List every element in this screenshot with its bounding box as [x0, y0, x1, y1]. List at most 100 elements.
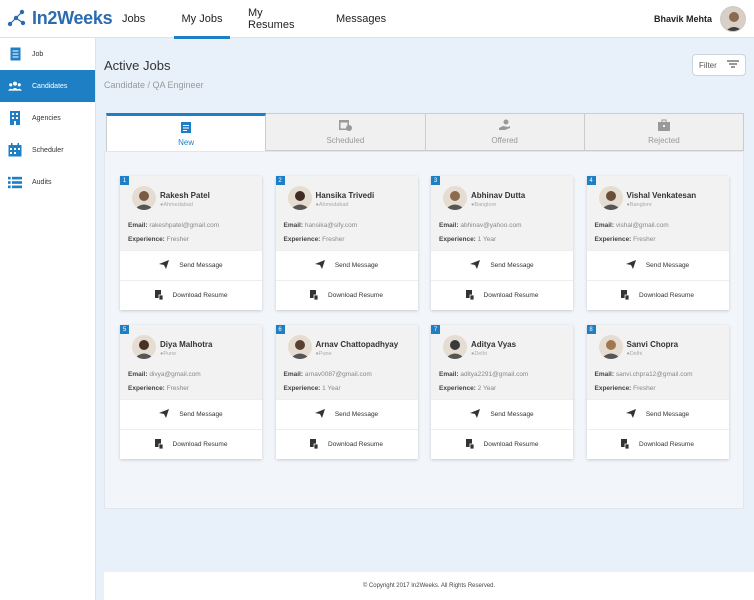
main-nav: Jobs My Jobs My Resumes Messages: [104, 0, 386, 39]
candidate-location: ●Ahmedabad: [160, 202, 193, 208]
candidate-location: ●Delhi: [626, 351, 643, 357]
filter-icon: [727, 60, 739, 70]
candidate-photo: [598, 186, 623, 210]
sidebar-item-candidates[interactable]: Candidates: [0, 70, 95, 102]
send-message-button[interactable]: Send Message: [275, 250, 418, 280]
tab-rejected[interactable]: Rejected: [584, 113, 744, 151]
page-title: Active Jobs: [104, 58, 171, 73]
sidebar-item-job[interactable]: Job: [0, 38, 95, 70]
candidate-experience: Experience: Fresher: [594, 236, 656, 243]
send-message-button[interactable]: Send Message: [431, 399, 573, 429]
download-resume-label: Download Resume: [172, 292, 228, 299]
tab-new[interactable]: New: [106, 113, 267, 151]
candidate-email: Email: vishal@gmail.com: [594, 222, 669, 229]
paper-plane-icon: [159, 409, 170, 420]
candidate-location: ●Pune: [315, 351, 332, 357]
download-resume-label: Download Resume: [328, 292, 383, 299]
paper-plane-icon: [314, 409, 325, 420]
send-message-button[interactable]: Send Message: [431, 250, 573, 280]
tab-label: New: [178, 137, 195, 147]
filter-button[interactable]: Filter: [692, 54, 746, 76]
send-message-label: Send Message: [645, 411, 690, 418]
candidate-location: ●Banglore: [626, 202, 652, 208]
candidate-card: 6 Arnav Chattopadhyay ●Pune Email: arnav008…: [275, 325, 418, 459]
people-icon: [8, 79, 22, 93]
candidate-name: Rakesh Patel: [160, 191, 210, 200]
file-download-icon: [465, 438, 474, 451]
list-icon: [8, 175, 22, 189]
card-number: 7: [431, 325, 440, 334]
sidebar-item-label: Audits: [32, 178, 52, 186]
candidate-name: Diya Malhotra: [160, 340, 213, 349]
download-resume-button[interactable]: Download Resume: [431, 280, 573, 310]
paper-plane-icon: [159, 260, 170, 271]
card-header: 1 Rakesh Patel ●Ahmedabad Email: rakeshpate…: [120, 176, 262, 250]
send-message-button[interactable]: Send Message: [275, 399, 418, 429]
card-number: 8: [586, 325, 596, 334]
sidebar-item-label: Scheduler: [32, 146, 64, 154]
nav-my-jobs[interactable]: My Jobs: [174, 0, 230, 39]
candidate-photo: [443, 335, 467, 359]
send-message-label: Send Message: [334, 262, 379, 269]
avatar[interactable]: [720, 6, 746, 32]
file-download-icon: [310, 289, 319, 302]
candidate-email: Email: sanvi.chpra12@gmail.com: [594, 371, 693, 378]
card-header: 8 Sanvi Chopra ●Delhi Email: sanvi.chpra12@…: [586, 325, 729, 399]
sidebar-item-scheduler[interactable]: Scheduler: [0, 134, 95, 166]
nav-jobs[interactable]: Jobs: [122, 0, 146, 38]
download-resume-button[interactable]: Download Resume: [431, 429, 573, 459]
sidebar-item-audits[interactable]: Audits: [0, 166, 95, 198]
send-message-button[interactable]: Send Message: [120, 250, 262, 280]
paper-plane-icon: [625, 409, 636, 420]
send-message-button[interactable]: Send Message: [120, 399, 262, 429]
tab-scheduled[interactable]: Scheduled: [266, 113, 426, 151]
candidate-email: Email: abhinav@yahoo.com: [439, 222, 522, 229]
candidate-photo: [132, 335, 156, 359]
nav-my-resumes[interactable]: My Resumes: [248, 0, 312, 38]
paper-plane-icon: [625, 260, 636, 271]
tab-label: Rejected: [648, 136, 680, 145]
download-resume-label: Download Resume: [328, 441, 383, 448]
download-resume-button[interactable]: Download Resume: [586, 280, 729, 310]
send-message-label: Send Message: [179, 411, 223, 418]
card-header: 6 Arnav Chattopadhyay ●Pune Email: arnav008…: [275, 325, 418, 399]
candidate-email: Email: rakeshpatel@gmail.com: [128, 222, 220, 229]
nav-messages[interactable]: Messages: [336, 0, 386, 38]
user-menu[interactable]: Bhavik Mehta: [654, 0, 746, 38]
file-download-icon: [621, 438, 630, 451]
card-header: 4 Vishal Venkatesan ●Banglore Email: vishal…: [586, 176, 729, 250]
send-message-button[interactable]: Send Message: [586, 399, 729, 429]
candidate-card: 2 Hansika Trivedi ●Ahmedabad Email: hansika…: [275, 176, 418, 310]
card-number: 2: [275, 176, 285, 185]
candidate-name: Sanvi Chopra: [626, 340, 679, 349]
sidebar-item-label: Job: [32, 50, 44, 58]
download-resume-button[interactable]: Download Resume: [120, 429, 262, 459]
tab-offered[interactable]: Offered: [425, 113, 585, 151]
send-message-button[interactable]: Send Message: [586, 250, 729, 280]
download-resume-label: Download Resume: [483, 441, 539, 448]
send-message-label: Send Message: [490, 411, 534, 418]
candidate-location: ●Banglore: [471, 202, 497, 208]
candidate-experience: Experience: 2 Year: [439, 385, 497, 392]
download-resume-button[interactable]: Download Resume: [586, 429, 729, 459]
filter-label: Filter: [699, 60, 717, 70]
download-resume-button[interactable]: Download Resume: [275, 280, 418, 310]
hand-coin-icon: [498, 119, 511, 133]
sidebar-item-label: Candidates: [32, 82, 68, 90]
card-number: 3: [431, 176, 440, 185]
card-header: 5 Diya Malhotra ●Pune Email: divya@gmail.co…: [120, 325, 262, 399]
download-resume-button[interactable]: Download Resume: [120, 280, 262, 310]
logo[interactable]: In2Weeks: [0, 8, 113, 30]
card-header: 3 Abhinav Dutta ●Banglore Email: abhinav@ya…: [431, 176, 573, 250]
sidebar-item-agencies[interactable]: Agencies: [0, 102, 95, 134]
send-message-label: Send Message: [179, 262, 223, 269]
candidate-experience: Experience: Fresher: [128, 385, 190, 392]
candidate-name: Abhinav Dutta: [471, 191, 526, 200]
download-resume-button[interactable]: Download Resume: [275, 429, 418, 459]
top-bar: In2Weeks Jobs My Jobs My Resumes Message…: [0, 0, 754, 39]
paper-plane-icon: [470, 260, 481, 271]
candidate-name: Vishal Venkatesan: [626, 191, 697, 200]
card-number: 6: [275, 325, 285, 334]
download-resume-label: Download Resume: [639, 441, 694, 448]
file-download-icon: [154, 289, 163, 302]
